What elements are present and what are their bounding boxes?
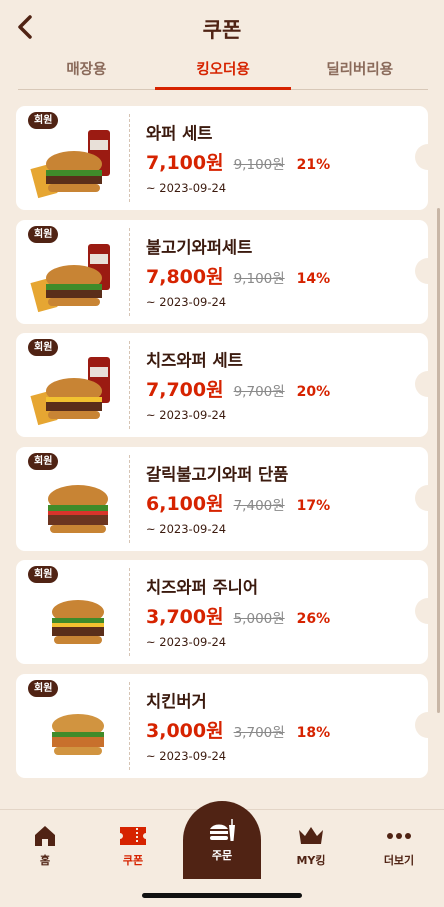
coupon-divider (129, 681, 130, 770)
ticket-notch (415, 257, 428, 284)
burger-set-image (30, 130, 110, 199)
expiry-date: ~ 2023-09-24 (146, 294, 227, 309)
coupon-info: 치킨버거 3,000원 3,700원 18% ~ 2023-09-24 (146, 688, 330, 763)
nav-more-label: 더보기 (383, 854, 415, 867)
tab-king-order[interactable]: 킹오더용 (154, 50, 292, 90)
coupon-name: 치즈와퍼 주니어 (146, 578, 259, 597)
price-row: 6,100원 7,400원 17% (146, 489, 330, 516)
nav-coupon[interactable]: 쿠폰 (103, 824, 163, 868)
coupon-card[interactable]: 회원 치킨버거 3,000원 3,700원 18% ~ 2023-09-24 (16, 673, 428, 778)
coupon-divider (129, 227, 130, 316)
coupon-card[interactable]: 회원 와퍼 세트 7,100원 9,100원 21% ~ 2023-09-24 (16, 106, 428, 210)
more-dots-icon (387, 833, 411, 839)
discount-rate: 17% (296, 497, 331, 514)
coupon-price: 6,100원 (146, 492, 224, 515)
original-price: 9,100원 (233, 270, 285, 287)
price-row: 7,800원 9,100원 14% (146, 262, 330, 289)
burger-drink-icon (210, 819, 235, 841)
coupon-info: 와퍼 세트 7,100원 9,100원 21% ~ 2023-09-24 (146, 120, 330, 195)
burger-set-image (30, 243, 110, 312)
ticket-notch (415, 144, 428, 170)
coupon-info: 치즈와퍼 세트 7,700원 9,700원 20% ~ 2023-09-24 (146, 347, 330, 422)
burger-image (52, 600, 104, 644)
discount-rate: 21% (296, 157, 331, 173)
coupon-name: 불고기와퍼세트 (146, 237, 253, 257)
coupon-icon (120, 827, 146, 845)
coupon-price: 3,700원 (146, 606, 224, 628)
nav-order-label: 주문 (211, 849, 233, 862)
ticket-notch (415, 484, 428, 511)
coupon-card[interactable]: 회원 갈릭불고기와퍼 단품 6,100원 7,400원 17% ~ 2023-0… (16, 446, 428, 551)
tab-store[interactable]: 매장용 (18, 50, 155, 89)
discount-rate: 18% (296, 724, 331, 741)
expiry-date: ~ 2023-09-24 (146, 181, 227, 195)
nav-my-king[interactable]: MY킹 (281, 824, 341, 868)
discount-rate: 14% (296, 270, 331, 287)
coupon-price: 7,100원 (146, 152, 224, 174)
discount-rate: 20% (296, 384, 331, 400)
coupon-name: 와퍼 세트 (146, 124, 213, 143)
scrollbar[interactable] (437, 208, 440, 713)
coupon-info: 불고기와퍼세트 7,800원 9,100원 14% ~ 2023-09-24 (146, 234, 330, 309)
coupon-divider (129, 341, 130, 429)
ticket-notch (415, 598, 428, 624)
expiry-date: ~ 2023-09-24 (146, 748, 227, 763)
original-price: 7,400원 (233, 497, 285, 514)
burger-image (48, 484, 108, 533)
bottom-nav: 홈 쿠폰 주문 MY킹 더보기 (0, 801, 444, 907)
coupon-card[interactable]: 회원 불고기와퍼세트 7,800원 9,100원 14% ~ 2023-09-2… (16, 219, 428, 324)
nav-my-king-label: MY킹 (296, 854, 326, 867)
coupon-divider (129, 114, 130, 202)
home-icon (35, 826, 55, 846)
header: 쿠폰 (0, 0, 444, 50)
original-price: 5,000원 (233, 611, 285, 627)
expiry-date: ~ 2023-09-24 (146, 635, 227, 649)
order-button[interactable]: 주문 (183, 801, 261, 879)
original-price: 9,700원 (233, 384, 285, 400)
coupon-price: 3,000원 (146, 719, 224, 742)
coupon-price: 7,800원 (146, 265, 224, 288)
coupon-name: 치킨버거 (146, 691, 207, 711)
nav-coupon-label: 쿠폰 (122, 854, 144, 867)
coupon-divider (129, 568, 130, 656)
expiry-date: ~ 2023-09-24 (146, 408, 227, 422)
coupon-card[interactable]: 회원 치즈와퍼 주니어 3,700원 5,000원 26% ~ 2023-09-… (16, 560, 428, 664)
burger-image (52, 713, 104, 755)
burger-set-image (30, 357, 110, 426)
coupon-name: 갈릭불고기와퍼 단품 (146, 464, 289, 484)
coupon-divider (129, 454, 130, 543)
price-row: 3,700원 5,000원 26% (146, 602, 330, 629)
nav-home-label: 홈 (39, 854, 51, 867)
ticket-notch (415, 371, 428, 397)
ticket-notch (415, 711, 428, 738)
coupon-card[interactable]: 회원 치즈와퍼 세트 7,700원 9,700원 20% ~ 2023-09-2… (16, 333, 428, 437)
price-row: 7,700원 9,700원 20% (146, 375, 330, 402)
tab-delivery[interactable]: 딜리버리용 (291, 50, 428, 89)
crown-icon (299, 827, 323, 844)
price-row: 7,100원 9,100원 21% (146, 148, 330, 175)
expiry-date: ~ 2023-09-24 (146, 521, 227, 536)
home-indicator (142, 893, 302, 898)
coupon-list: 회원 와퍼 세트 7,100원 9,100원 21% ~ 2023-09-24 … (16, 106, 428, 787)
original-price: 3,700원 (233, 724, 285, 741)
coupon-name: 치즈와퍼 세트 (146, 351, 243, 370)
coupon-tabs: 매장용 킹오더용 딜리버리용 (18, 50, 428, 90)
coupon-info: 치즈와퍼 주니어 3,700원 5,000원 26% ~ 2023-09-24 (146, 574, 330, 649)
nav-more[interactable]: 더보기 (369, 824, 429, 868)
price-row: 3,000원 3,700원 18% (146, 716, 330, 743)
page-title: 쿠폰 (202, 18, 242, 42)
original-price: 9,100원 (233, 157, 285, 173)
coupon-price: 7,700원 (146, 379, 224, 401)
coupon-info: 갈릭불고기와퍼 단품 6,100원 7,400원 17% ~ 2023-09-2… (146, 461, 330, 536)
nav-home[interactable]: 홈 (15, 824, 75, 868)
discount-rate: 26% (296, 611, 331, 627)
